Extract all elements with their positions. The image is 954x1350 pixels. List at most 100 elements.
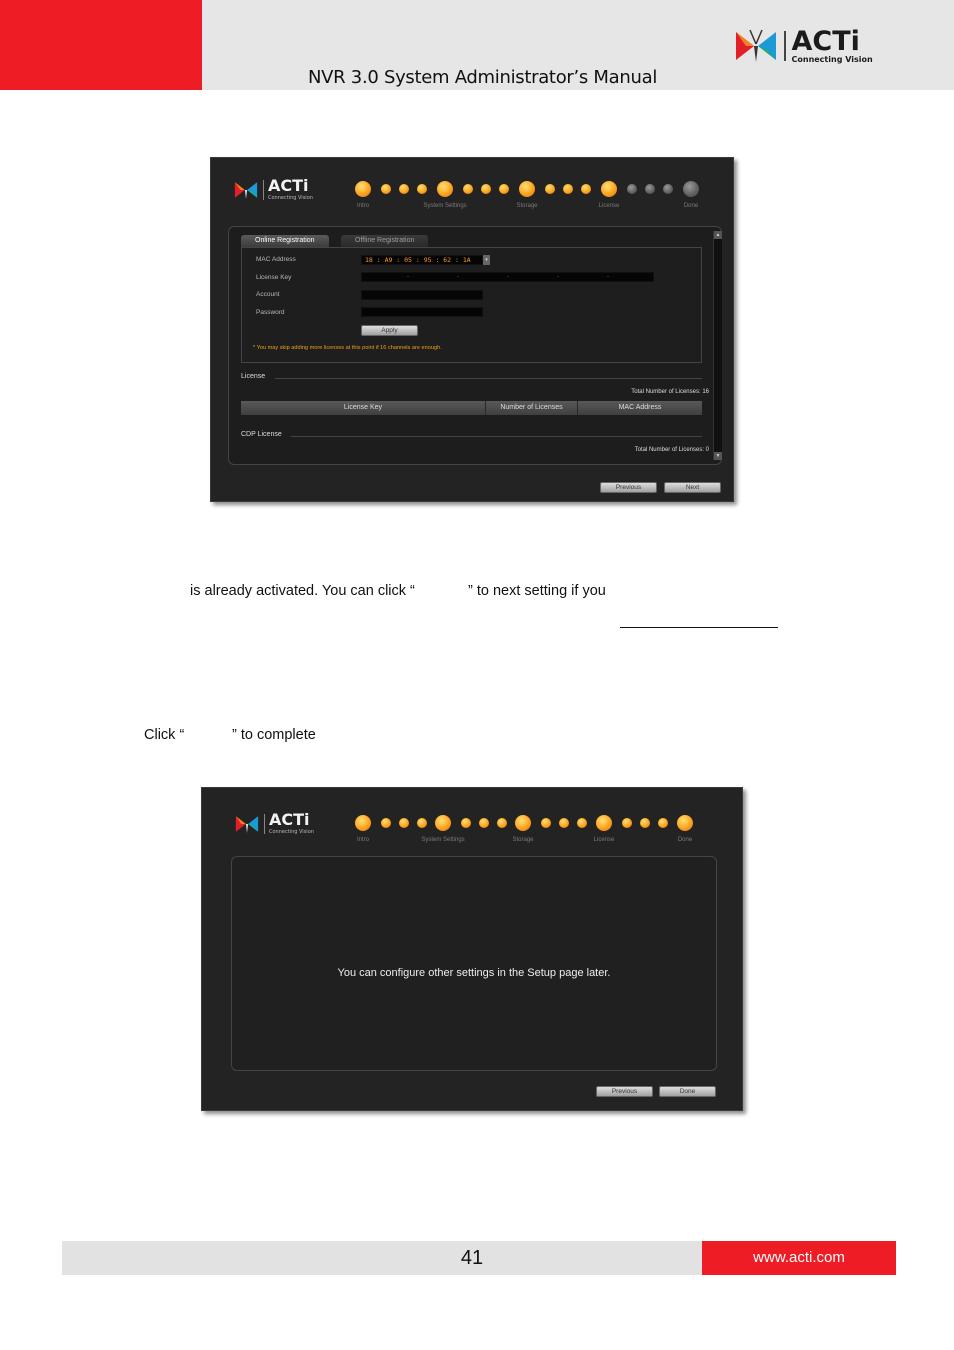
step-dot-intro <box>355 815 371 831</box>
step-dot <box>417 818 427 828</box>
license-key-input[interactable]: - - - - - <box>361 272 654 282</box>
step-dot <box>545 184 555 194</box>
step-label-license: License <box>593 837 615 843</box>
license-key-separator: - <box>457 274 459 280</box>
step-dot <box>399 818 409 828</box>
step-dot <box>381 184 391 194</box>
website-link[interactable]: www.acti.com <box>702 1241 896 1275</box>
step-dot <box>481 184 491 194</box>
logo-tagline: Connecting Vision <box>791 55 873 64</box>
step-label-license: License <box>598 203 620 209</box>
body-text-line1-start: is already activated. You can click “ <box>190 583 415 599</box>
previous-button[interactable]: Previous <box>600 482 657 493</box>
step-label-system-settings: System Settings <box>421 837 465 843</box>
done-button[interactable]: Done <box>659 1086 716 1097</box>
step-dot <box>645 184 655 194</box>
step-dot-system-settings <box>437 181 453 197</box>
step-dot <box>497 818 507 828</box>
body-text-line2-start: Click “ <box>144 727 185 743</box>
tab-offline-registration[interactable]: Offline Registration <box>341 235 429 247</box>
butterfly-logo-icon <box>736 29 776 62</box>
step-dot <box>640 818 650 828</box>
step-dot-storage <box>515 815 531 831</box>
page-number: 41 <box>460 1247 484 1269</box>
step-dot <box>381 818 391 828</box>
registration-form: MAC Address 18 : A9 : 05 : 95 : 62 : 1A … <box>241 247 702 363</box>
step-dot <box>622 818 632 828</box>
license-key-separator: - <box>557 274 559 280</box>
scroll-down-icon[interactable]: ▼ <box>714 452 722 460</box>
cdp-license-total: Total Number of Licenses: 0 <box>634 447 709 453</box>
step-label-storage: Storage <box>512 837 534 843</box>
scroll-up-icon[interactable]: ▲ <box>714 231 722 239</box>
body-text-line2-end: ” to complete <box>232 727 316 743</box>
step-label-system-settings: System Settings <box>423 203 467 209</box>
previous-button[interactable]: Previous <box>596 1086 653 1097</box>
step-dot <box>559 818 569 828</box>
step-dot-done <box>677 815 693 831</box>
text-underline <box>620 627 778 628</box>
column-mac-address[interactable]: MAC Address <box>578 401 702 415</box>
section-divider <box>275 378 702 379</box>
license-key-separator: - <box>407 274 409 280</box>
acti-logo: ACTi Connecting Vision <box>734 28 873 64</box>
step-dot <box>499 184 509 194</box>
cdp-license-section-title: CDP License <box>241 431 282 438</box>
tab-online-registration[interactable]: Online Registration <box>241 235 329 247</box>
apply-button[interactable]: Apply <box>361 325 418 336</box>
logo-divider <box>784 31 786 61</box>
completion-message: You can configure other settings in the … <box>337 967 611 979</box>
step-dot <box>399 184 409 194</box>
column-license-key[interactable]: License Key <box>241 401 486 415</box>
license-panel: Online Registration Offline Registration… <box>228 226 722 465</box>
account-input[interactable] <box>361 290 483 300</box>
wizard-progress: Intro System Settings Storage License Do… <box>202 815 744 845</box>
license-key-separator: - <box>507 274 509 280</box>
step-dot <box>541 818 551 828</box>
license-table-header: License Key Number of Licenses MAC Addre… <box>241 401 702 415</box>
chevron-down-icon[interactable]: ▾ <box>483 255 490 265</box>
footer-gray-band: 41 <box>62 1241 702 1275</box>
step-dot <box>581 184 591 194</box>
header-red-block <box>0 0 202 90</box>
license-key-separator: - <box>607 274 609 280</box>
step-dot-system-settings <box>435 815 451 831</box>
wizard-progress: Intro System Settings Storage License Do… <box>211 181 735 211</box>
mac-address-select[interactable]: 18 : A9 : 05 : 95 : 62 : 1A <box>361 255 483 265</box>
license-setup-screenshot: ACTi Connecting Vision Intro System Sett… <box>210 157 734 502</box>
setup-complete-screenshot: ACTi Connecting Vision Intro System Sett… <box>201 787 743 1111</box>
step-dot <box>658 818 668 828</box>
password-label: Password <box>256 309 285 316</box>
step-dot-done <box>683 181 699 197</box>
step-dot <box>563 184 573 194</box>
step-label-intro: Intro <box>356 837 370 843</box>
logo-wordmark: ACTi <box>791 26 860 57</box>
step-dot <box>479 818 489 828</box>
step-dot <box>461 818 471 828</box>
step-dot <box>577 818 587 828</box>
license-note: * You may skip adding more licenses at t… <box>253 345 442 351</box>
step-label-storage: Storage <box>516 203 538 209</box>
manual-title: NVR 3.0 System Administrator’s Manual <box>308 67 658 88</box>
license-key-label: License Key <box>256 274 292 281</box>
section-divider <box>291 436 702 437</box>
license-section-title: License <box>241 373 266 380</box>
step-dot <box>663 184 673 194</box>
body-text-line1-end: ” to next setting if you <box>468 583 606 599</box>
license-total: Total Number of Licenses: 16 <box>631 389 709 395</box>
step-dot <box>463 184 473 194</box>
mac-address-label: MAC Address <box>256 256 296 263</box>
step-dot-license <box>601 181 617 197</box>
completion-panel: You can configure other settings in the … <box>231 856 717 1071</box>
step-dot <box>417 184 427 194</box>
step-dot-intro <box>355 181 371 197</box>
password-input[interactable] <box>361 307 483 317</box>
next-button[interactable]: Next <box>664 482 721 493</box>
panel-scrollbar[interactable]: ▲ ▼ <box>713 231 722 460</box>
column-number-of-licenses[interactable]: Number of Licenses <box>486 401 578 415</box>
step-label-done: Done <box>677 837 693 843</box>
step-dot-storage <box>519 181 535 197</box>
step-dot-license <box>596 815 612 831</box>
account-label: Account <box>256 291 280 298</box>
step-dot <box>627 184 637 194</box>
